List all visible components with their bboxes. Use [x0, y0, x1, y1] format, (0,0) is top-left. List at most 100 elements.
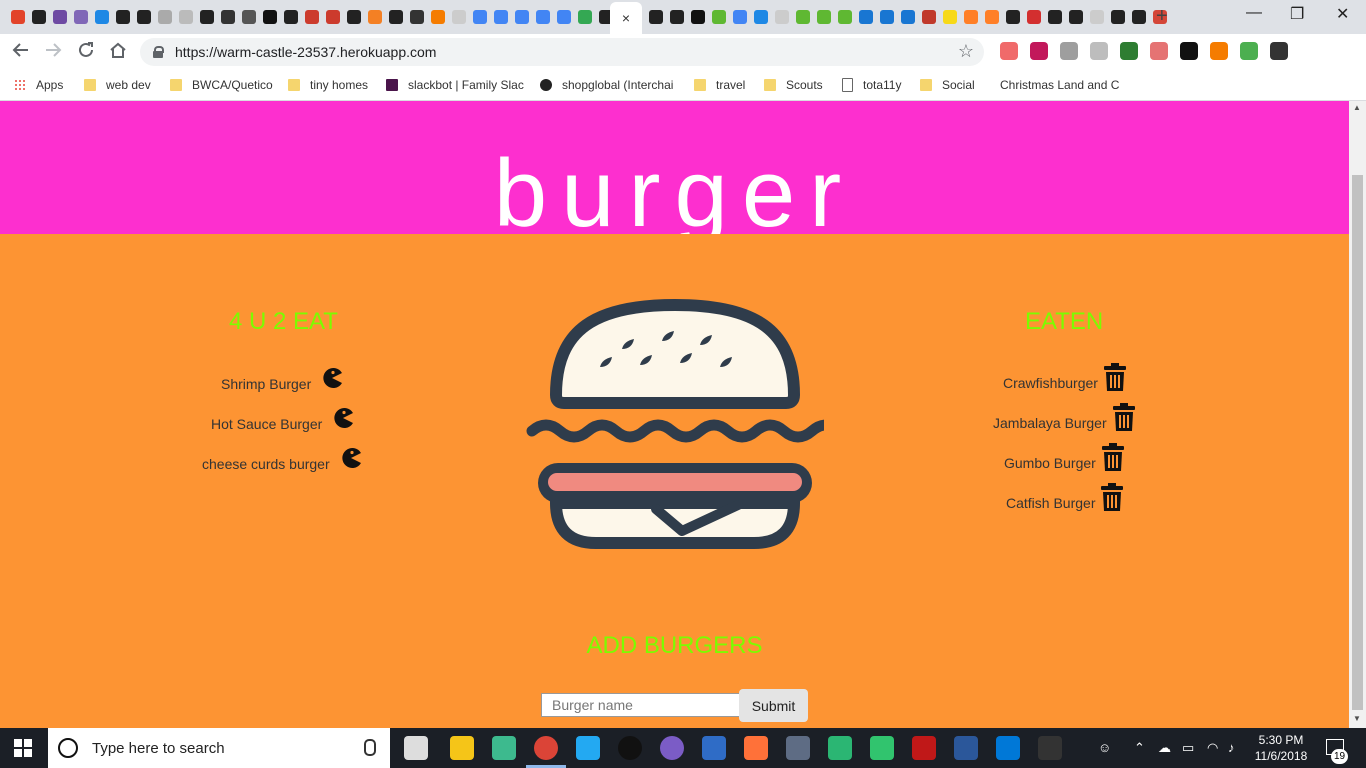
pinned-tab[interactable]	[982, 7, 1002, 27]
pinned-tab[interactable]	[302, 7, 322, 27]
pinned-tab[interactable]	[667, 7, 687, 27]
pinned-tab[interactable]	[29, 7, 49, 27]
extension-icon[interactable]	[1180, 42, 1198, 60]
pinned-tab[interactable]	[260, 7, 280, 27]
battery-icon[interactable]: ▭	[1182, 740, 1194, 756]
extension-icon[interactable]	[1060, 42, 1078, 60]
bookmark-item[interactable]: web dev	[84, 78, 151, 92]
back-button[interactable]	[12, 41, 30, 64]
pinned-tab[interactable]	[386, 7, 406, 27]
pinned-tab[interactable]	[239, 7, 259, 27]
pinned-tab[interactable]	[134, 7, 154, 27]
taskbar-app-icon[interactable]	[492, 736, 516, 760]
taskbar-app-icon[interactable]	[702, 736, 726, 760]
pinned-tab[interactable]	[814, 7, 834, 27]
pinned-tab[interactable]	[113, 7, 133, 27]
scroll-thumb[interactable]	[1352, 175, 1363, 710]
pinned-tab[interactable]	[449, 7, 469, 27]
pinned-tab[interactable]	[919, 7, 939, 27]
extension-icon[interactable]	[1270, 42, 1288, 60]
trash-icon[interactable]	[1103, 363, 1126, 394]
submit-button[interactable]: Submit	[739, 689, 808, 722]
pinned-tab[interactable]	[940, 7, 960, 27]
extension-icon[interactable]	[1210, 42, 1228, 60]
pinned-tab[interactable]	[709, 7, 729, 27]
pinned-tab[interactable]	[407, 7, 427, 27]
pinned-tab[interactable]	[646, 7, 666, 27]
pinned-tab[interactable]	[575, 7, 595, 27]
bookmark-item[interactable]: shopglobal (Interchai	[540, 78, 673, 92]
pinned-tab[interactable]	[155, 7, 175, 27]
extension-icon[interactable]	[1090, 42, 1108, 60]
pinned-tab[interactable]	[218, 7, 238, 27]
pinned-tab[interactable]	[428, 7, 448, 27]
pinned-tab[interactable]	[323, 7, 343, 27]
pinned-tab[interactable]	[470, 7, 490, 27]
home-button[interactable]	[109, 41, 127, 64]
minimize-button[interactable]: —	[1246, 4, 1262, 22]
pinned-tab[interactable]	[71, 7, 91, 27]
microphone-icon[interactable]	[364, 739, 376, 756]
extension-icon[interactable]	[1030, 42, 1048, 60]
scroll-down-arrow-icon[interactable]: ▼	[1353, 714, 1361, 723]
close-tab-icon[interactable]: ×	[622, 10, 630, 26]
new-tab-button[interactable]: +	[1156, 5, 1168, 28]
people-icon[interactable]: ☺	[1098, 740, 1111, 755]
pacman-icon[interactable]	[332, 407, 354, 432]
bookmark-item[interactable]: Social	[920, 78, 975, 92]
address-bar[interactable]: https://warm-castle-23537.herokuapp.com …	[140, 38, 984, 66]
forward-button[interactable]	[44, 41, 62, 64]
taskbar-app-icon[interactable]	[576, 736, 600, 760]
bookmark-item[interactable]: Christmas Land and C	[1000, 78, 1119, 92]
taskbar-search-box[interactable]: Type here to search	[48, 728, 390, 768]
pinned-tab[interactable]	[772, 7, 792, 27]
onedrive-icon[interactable]: ☁	[1158, 740, 1171, 756]
bookmark-item[interactable]: slackbot | Family Slac	[386, 78, 524, 92]
taskbar-app-icon[interactable]	[618, 736, 642, 760]
pinned-tab[interactable]	[877, 7, 897, 27]
pinned-tab[interactable]	[281, 7, 301, 27]
pinned-tab[interactable]	[961, 7, 981, 27]
pinned-tab[interactable]	[793, 7, 813, 27]
pinned-tab[interactable]	[365, 7, 385, 27]
pinned-tab[interactable]	[835, 7, 855, 27]
bookmark-star-icon[interactable]: ☆	[958, 41, 974, 62]
pacman-icon[interactable]	[321, 367, 343, 392]
taskbar-app-icon[interactable]	[1038, 736, 1062, 760]
trash-icon[interactable]	[1101, 443, 1124, 474]
close-window-button[interactable]: ✕	[1336, 4, 1349, 24]
bookmark-item[interactable]: tiny homes	[288, 78, 368, 92]
scroll-up-arrow-icon[interactable]: ▲	[1353, 103, 1361, 112]
pinned-tab[interactable]	[197, 7, 217, 27]
pinned-tab[interactable]	[688, 7, 708, 27]
burger-name-input[interactable]	[541, 693, 755, 717]
taskbar-app-icon[interactable]	[404, 736, 428, 760]
bookmark-item[interactable]: tota11y	[842, 78, 901, 92]
taskbar-app-icon[interactable]	[828, 736, 852, 760]
pinned-tab[interactable]	[176, 7, 196, 27]
extension-icon[interactable]	[1240, 42, 1258, 60]
pinned-tab[interactable]	[344, 7, 364, 27]
reload-button[interactable]	[77, 41, 95, 64]
taskbar-app-icon[interactable]	[660, 736, 684, 760]
bookmark-item[interactable]: BWCA/Quetico	[170, 78, 273, 92]
pinned-tab[interactable]	[533, 7, 553, 27]
pinned-tab[interactable]	[751, 7, 771, 27]
pinned-tab[interactable]	[1108, 7, 1128, 27]
pinned-tab[interactable]	[1003, 7, 1023, 27]
taskbar-app-icon[interactable]	[870, 736, 894, 760]
wifi-icon[interactable]: ◠	[1207, 740, 1218, 756]
trash-icon[interactable]	[1112, 403, 1135, 434]
pinned-tab[interactable]	[1045, 7, 1065, 27]
windows-start-icon[interactable]	[14, 739, 32, 757]
pacman-icon[interactable]	[340, 447, 362, 472]
pinned-tab[interactable]	[8, 7, 28, 27]
bookmark-item[interactable]: Scouts	[764, 78, 823, 92]
pinned-tab[interactable]	[92, 7, 112, 27]
bookmark-item[interactable]: travel	[694, 78, 745, 92]
pinned-tab[interactable]	[512, 7, 532, 27]
taskbar-app-icon[interactable]	[912, 736, 936, 760]
extension-icon[interactable]	[1000, 42, 1018, 60]
maximize-button[interactable]: ❐	[1290, 4, 1304, 24]
pinned-tab[interactable]	[1066, 7, 1086, 27]
